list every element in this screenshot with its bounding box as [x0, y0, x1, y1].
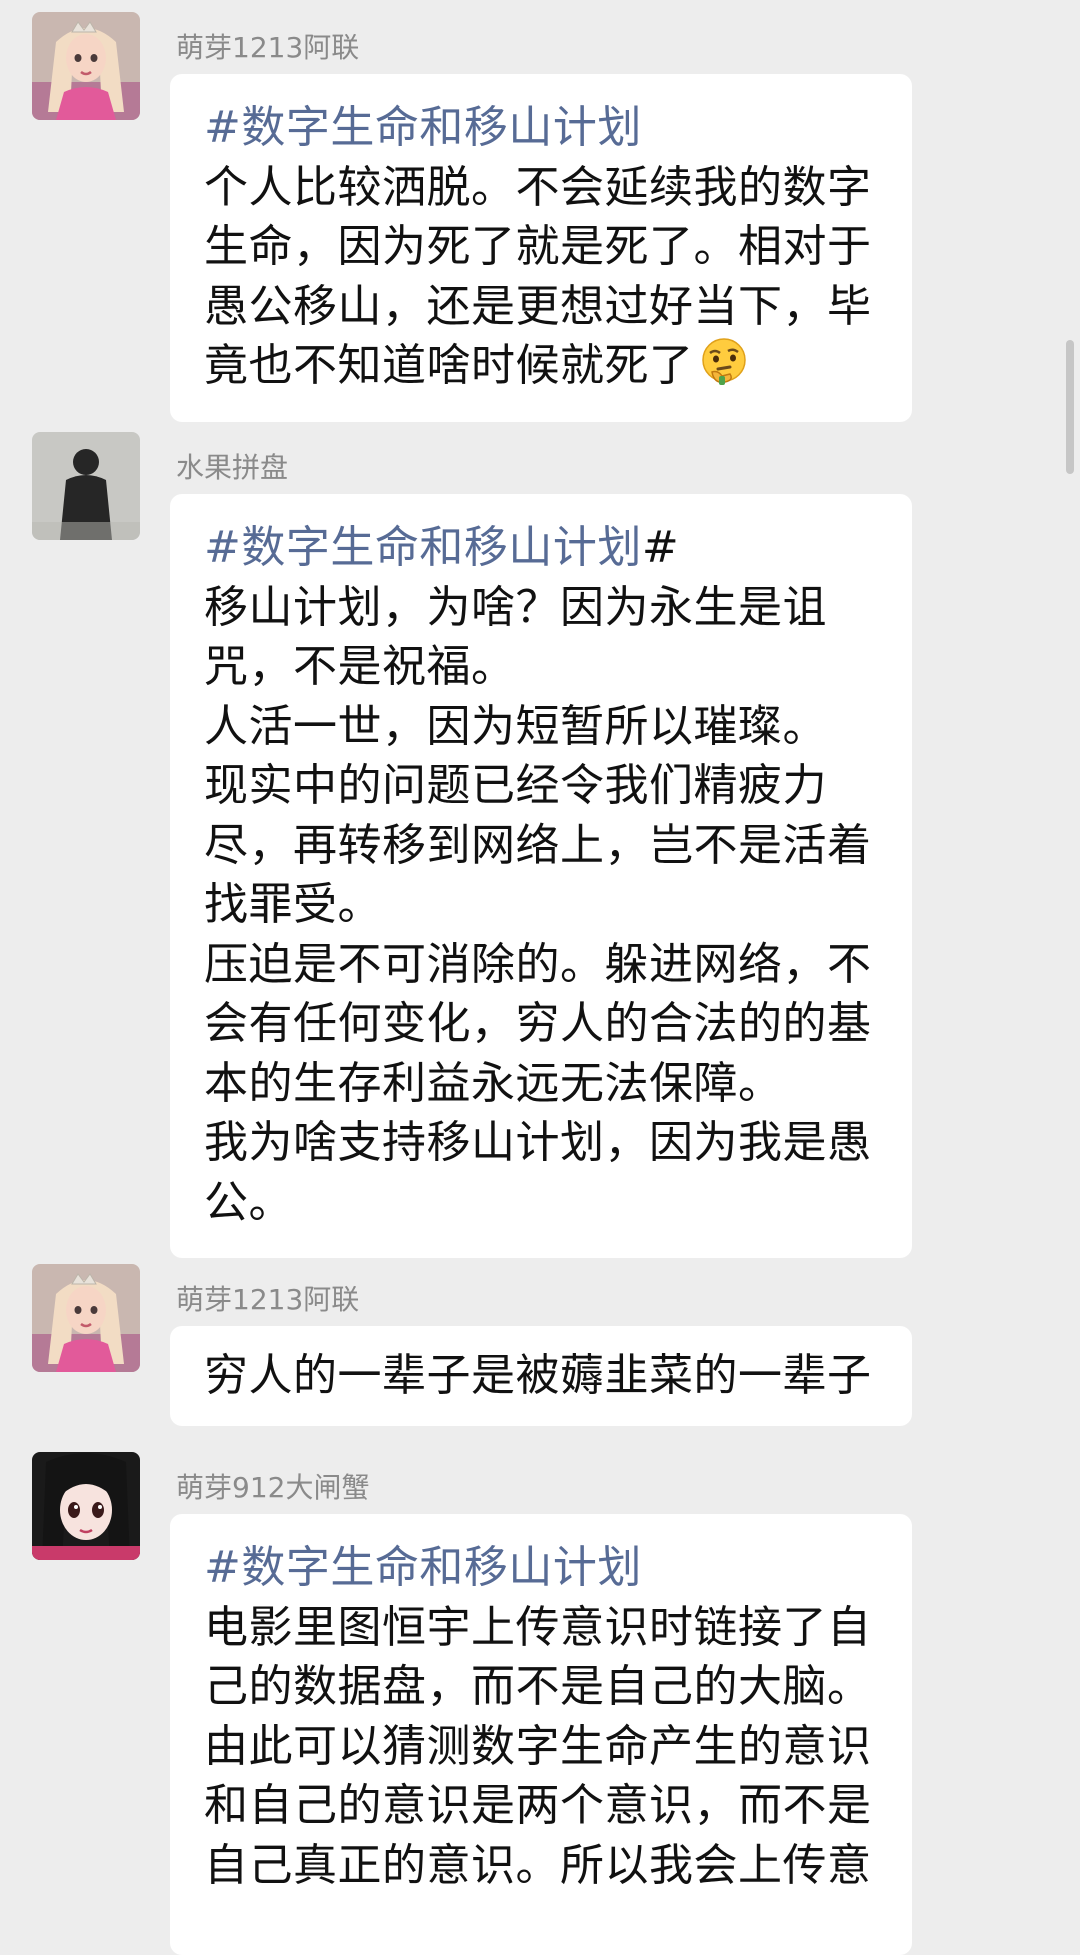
princess-avatar-icon [32, 1264, 140, 1372]
message-text-line: 穷人的一辈子是被薅韭菜的一辈子 [204, 1350, 872, 1401]
avatar[interactable] [32, 1452, 140, 1560]
thinking-face-emoji-icon [701, 338, 746, 385]
hashtag-link[interactable]: #数字生命和移山计划 [204, 1538, 878, 1598]
message-text-line: 愚公移山，还是更想过好当下，毕 [204, 280, 872, 332]
anime-girl-avatar-icon [32, 1452, 140, 1560]
message-text-line: 自己真正的意识。所以我会上传意 [204, 1839, 872, 1891]
message-bubble[interactable]: #数字生命和移山计划 个人比较洒脱。不会延续我的数字 生命，因为死了就是死了。相… [170, 74, 912, 422]
sender-name: 萌芽1213阿联 [176, 31, 360, 64]
scrollbar-thumb[interactable] [1066, 340, 1074, 474]
message-text-line: 尽，再转移到网络上，岂不是活着 [204, 819, 872, 871]
message-bubble[interactable]: 穷人的一辈子是被薅韭菜的一辈子 [170, 1326, 912, 1426]
hashtag-link[interactable]: #数字生命和移山计划 [204, 98, 878, 158]
message-text-line: 竟也不知道啥时候就死了 [204, 336, 878, 396]
message-text-line: 生命，因为死了就是死了。相对于 [204, 221, 872, 272]
message-bubble[interactable]: #数字生命和移山计划 电影里图恒宇上传意识时链接了自 己的数据盘，而不是自己的大… [170, 1514, 912, 1955]
message-bubble[interactable]: #数字生命和移山计划# 移山计划，为啥？因为永生是诅 咒，不是祝福。 人活一世，… [170, 494, 912, 1258]
message-text-line: 个人比较洒脱。不会延续我的数字 [204, 161, 872, 213]
message-text-line: 和自己的意识是两个意识，而不是 [204, 1780, 872, 1831]
message-text-line: 本的生存利益永远无法保障。 [204, 1057, 783, 1109]
message-text-line: 人活一世，因为短暂所以璀璨。 [204, 700, 827, 752]
princess-avatar-icon [32, 12, 140, 120]
message-text-line: 己的数据盘，而不是自己的大脑。 [204, 1661, 872, 1712]
message-text-line: 公。 [204, 1176, 293, 1228]
hashtag-suffix: # [641, 522, 680, 573]
sender-name: 萌芽1213阿联 [176, 1283, 360, 1316]
message-text-line: 咒，不是祝福。 [204, 641, 516, 692]
message-text-line: 电影里图恒宇上传意识时链接了自 [204, 1601, 872, 1653]
message-text-line: 由此可以猜测数字生命产生的意识 [204, 1720, 872, 1772]
message-text-line: 移山计划，为啥？因为永生是诅 [204, 581, 827, 633]
avatar[interactable] [32, 12, 140, 120]
hashtag-link[interactable]: #数字生命和移山计划# [204, 518, 878, 578]
message-text-line: 压迫是不可消除的。躲进网络，不 [204, 938, 872, 990]
sender-name: 萌芽912大闸蟹 [176, 1471, 370, 1504]
message-text-line: 会有任何变化，穷人的合法的的基 [204, 998, 872, 1049]
avatar[interactable] [32, 1264, 140, 1372]
silhouette-avatar-icon [32, 432, 140, 540]
chat-message-list[interactable]: 萌芽1213阿联 #数字生命和移山计划 个人比较洒脱。不会延续我的数字 生命，因… [0, 0, 1080, 1955]
message-text-line: 找罪受。 [204, 879, 382, 930]
message-text-line: 我为啥支持移山计划，因为我是愚 [204, 1117, 872, 1168]
avatar[interactable] [32, 432, 140, 540]
sender-name: 水果拼盘 [176, 451, 289, 484]
message-text-line: 现实中的问题已经令我们精疲力 [204, 760, 827, 811]
